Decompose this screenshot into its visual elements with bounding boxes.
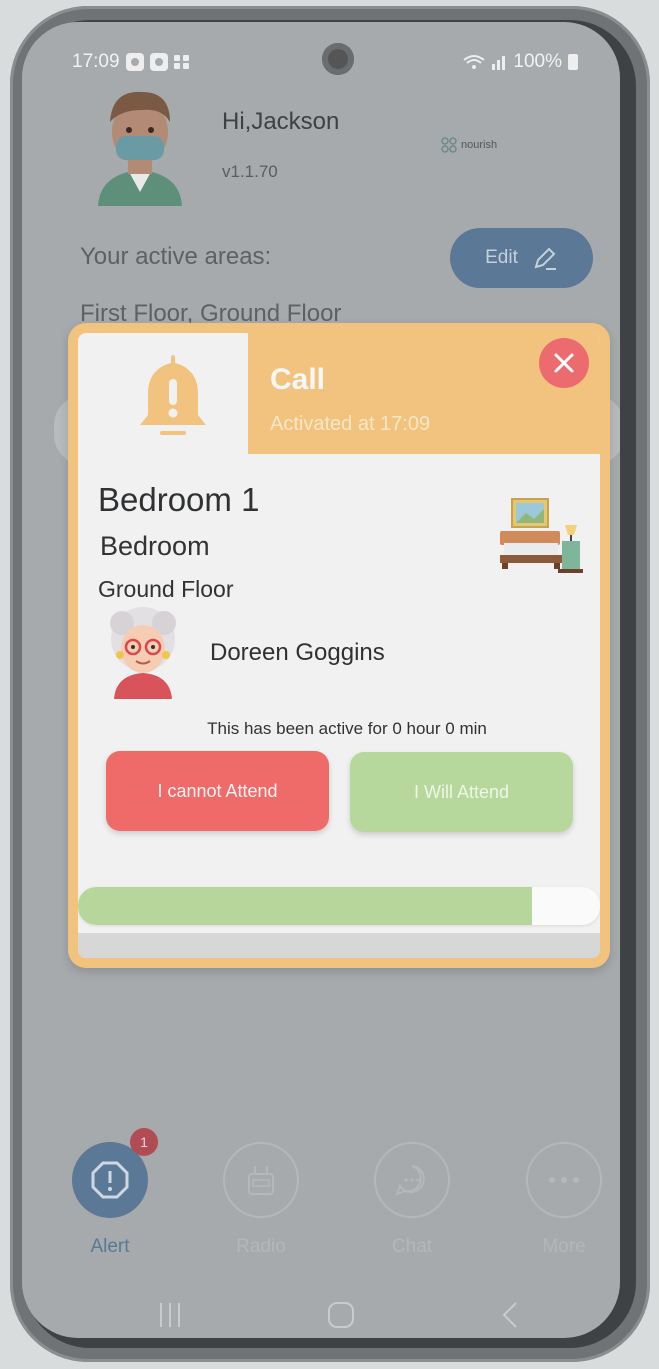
notification-icon — [125, 53, 144, 71]
greeting-text: Hi,Jackson — [222, 108, 340, 135]
edit-areas-button[interactable]: Edit — [450, 228, 593, 288]
edit-label: Edit — [485, 247, 518, 268]
nav-radio-label: Radio — [236, 1236, 286, 1257]
pencil-icon — [534, 247, 556, 270]
apps-grid-icon — [173, 55, 190, 69]
nav-chat-label: Chat — [391, 1236, 433, 1257]
recent-apps-icon[interactable] — [156, 1300, 184, 1330]
alert-modal: Call Activated at 17:09 Bedroom 1 Bedroo… — [68, 323, 610, 968]
alert-octagon-icon — [91, 1161, 129, 1199]
resident-avatar — [110, 607, 176, 699]
radio-icon — [248, 1166, 274, 1195]
signal-icon — [492, 56, 506, 70]
active-areas-label: Your active areas: — [80, 243, 272, 270]
brand-logo: nourish — [440, 136, 497, 154]
alert-timer-progress-fill — [78, 887, 533, 925]
bell-icon — [140, 355, 206, 435]
nourish-logo-icon — [441, 137, 457, 153]
app-version: v1.1.70 — [222, 162, 278, 181]
bottom-navigation: 1 Alert Radio Chat More — [22, 1128, 620, 1272]
modal-footer — [78, 933, 600, 958]
cannot-attend-button[interactable]: I cannot Attend — [106, 751, 329, 831]
nav-chat-circle — [374, 1142, 450, 1218]
back-icon[interactable] — [500, 1300, 520, 1330]
alert-activated-time: Activated at 17:09 — [270, 413, 431, 435]
system-navigation — [22, 1296, 620, 1338]
room-name: Bedroom 1 — [98, 481, 260, 518]
active-duration: This has been active for 0 hour 0 min — [207, 719, 487, 738]
battery-level: 100% — [513, 51, 562, 72]
alert-timer-progress — [78, 887, 600, 925]
will-attend-button[interactable]: I Will Attend — [350, 752, 573, 832]
brand-name: nourish — [461, 139, 498, 151]
close-button[interactable] — [539, 338, 589, 388]
nav-alert-label: Alert — [90, 1236, 130, 1257]
battery-icon — [568, 54, 578, 70]
alert-count-badge: 1 — [130, 1128, 158, 1156]
wifi-icon — [463, 55, 486, 69]
nav-more-label: More — [542, 1236, 586, 1257]
resident-name: Doreen Goggins — [210, 639, 385, 666]
home-icon[interactable] — [327, 1300, 355, 1330]
user-avatar — [98, 91, 182, 206]
room-floor: Ground Floor — [98, 576, 234, 602]
bedroom-icon — [500, 498, 583, 573]
more-dots-icon — [549, 1177, 579, 1183]
close-icon — [554, 353, 574, 373]
notification-icon — [149, 53, 168, 71]
nav-alert[interactable]: 1 Alert — [50, 1128, 170, 1258]
room-type: Bedroom — [100, 531, 210, 561]
chat-bubble-icon — [395, 1165, 425, 1196]
status-time: 17:09 — [72, 51, 120, 72]
nav-chat[interactable]: Chat — [352, 1142, 472, 1258]
nav-more[interactable]: More — [504, 1142, 620, 1258]
front-camera — [322, 43, 354, 75]
nav-more-circle — [526, 1142, 602, 1218]
nav-radio[interactable]: Radio — [201, 1142, 321, 1258]
nav-radio-circle — [223, 1142, 299, 1218]
alert-title: Call — [270, 363, 326, 396]
alert-modal-body: Call Activated at 17:09 Bedroom 1 Bedroo… — [78, 333, 600, 958]
